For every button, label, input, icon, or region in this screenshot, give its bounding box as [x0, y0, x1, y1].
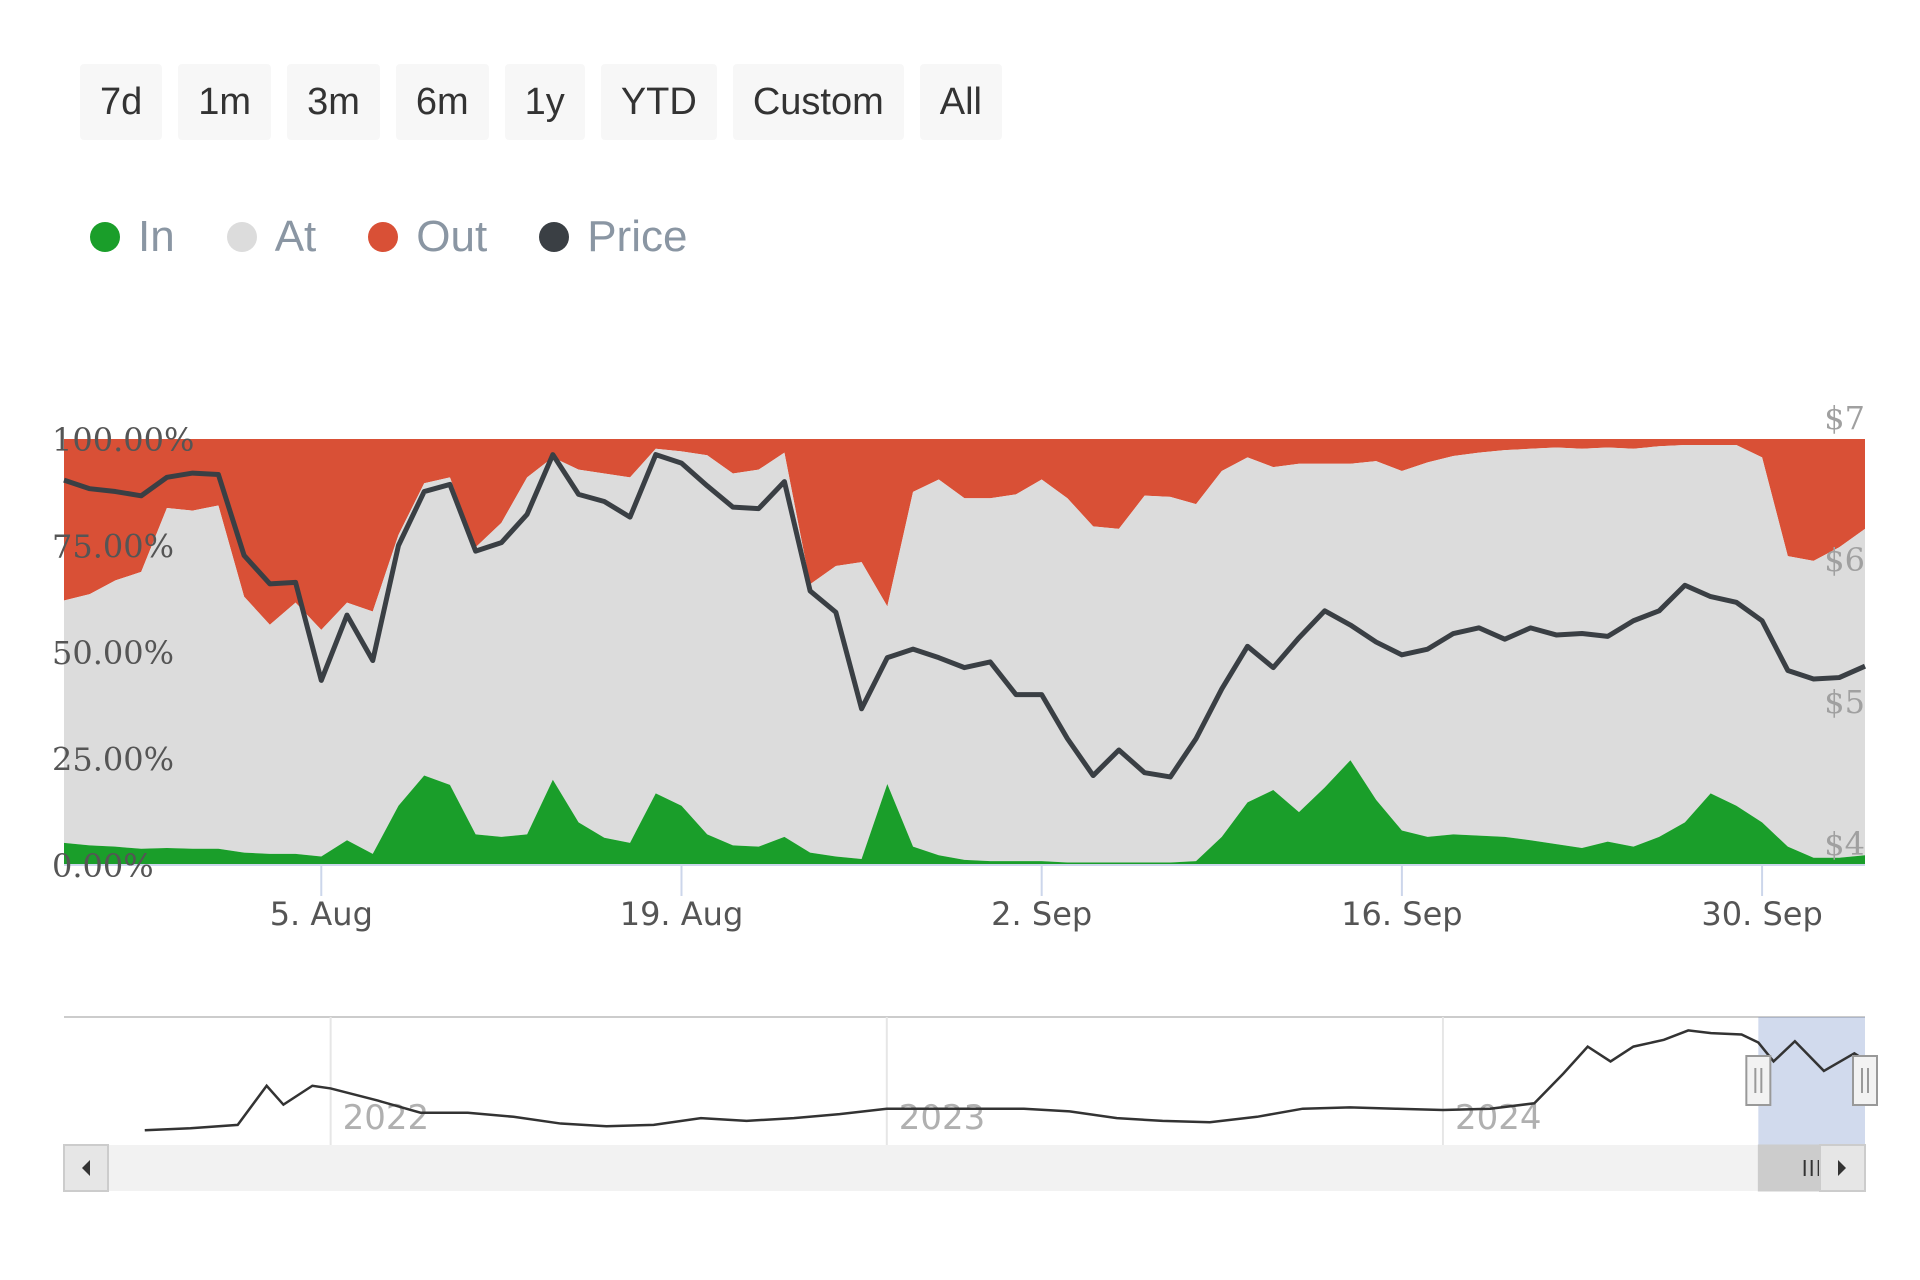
y-left-tick-label: 75.00%: [52, 528, 174, 566]
x-tick-label: 30. Sep: [1701, 895, 1822, 933]
y-right-tick-label: $6: [1824, 541, 1865, 579]
x-tick-label: 5. Aug: [270, 895, 373, 933]
x-tick-label: 19. Aug: [620, 895, 744, 933]
x-tick-label: 2. Sep: [991, 895, 1092, 933]
y-left-tick-label: 0.00%: [52, 847, 154, 885]
y-left-tick-label: 25.00%: [52, 741, 174, 779]
navigator-year-label: 2023: [899, 1098, 986, 1138]
handle-box: [1852, 1055, 1878, 1106]
scroll-left-button[interactable]: [63, 1144, 109, 1192]
handle-box: [1745, 1055, 1772, 1106]
y-right-tick-label: $4: [1824, 825, 1865, 863]
navigator-right-handle[interactable]: [1852, 1055, 1878, 1106]
scrollbar-track[interactable]: [64, 1145, 1865, 1191]
x-tick-label: 16. Sep: [1341, 895, 1462, 933]
navigator-selected-mask: [1758, 1017, 1865, 1145]
y-left-tick-label: 100.00%: [52, 421, 194, 459]
navigator-left-handle[interactable]: [1745, 1055, 1772, 1106]
chart: 0.00% 25.00% 50.00% 75.00% 100.00% $4 $5 $6 $7 5.…: [52, 399, 1878, 1192]
y-right-tick-label: $5: [1824, 683, 1865, 721]
y-right-tick-label: $7: [1824, 399, 1865, 437]
scroll-right-button[interactable]: [1819, 1144, 1866, 1192]
y-left-tick-label: 50.00%: [52, 634, 174, 672]
